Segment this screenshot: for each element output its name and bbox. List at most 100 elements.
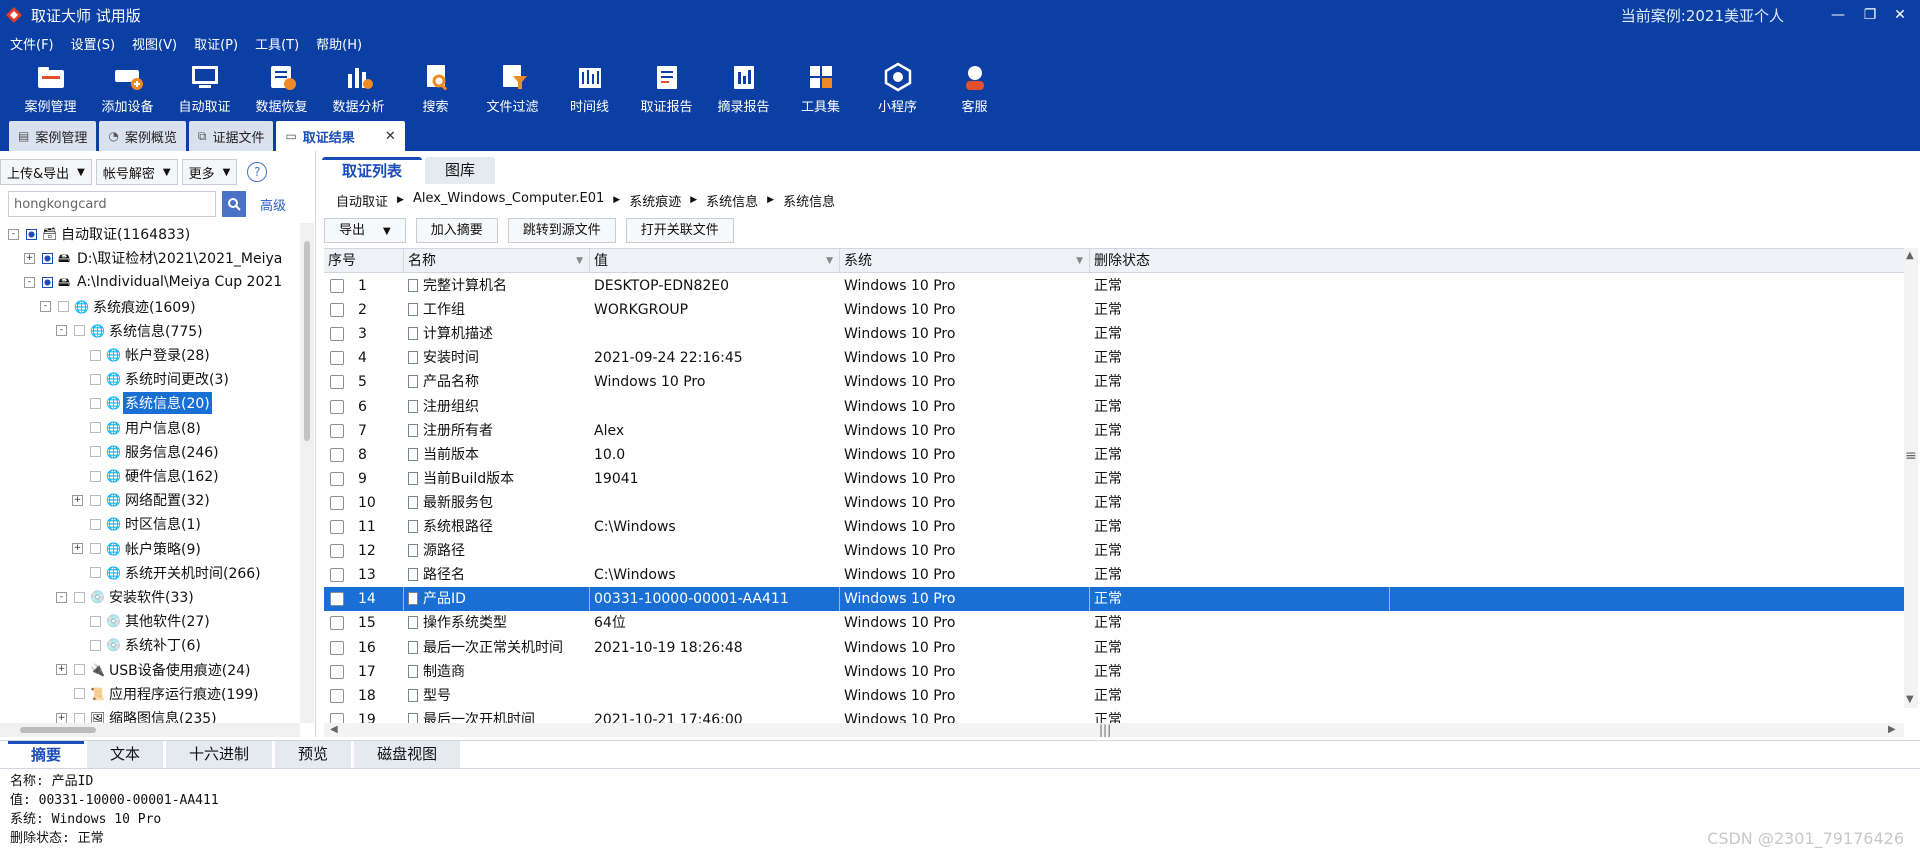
- maximize-button[interactable]: ❐: [1858, 4, 1882, 26]
- filter-icon[interactable]: ▼: [826, 249, 833, 273]
- search-button[interactable]: [222, 191, 246, 217]
- tree-node[interactable]: 💿 系统补丁(6): [72, 634, 203, 656]
- scroll-left-icon[interactable]: ◀: [330, 724, 338, 735]
- more-dropdown[interactable]: 更多 ▼: [181, 159, 238, 185]
- table-row[interactable]: 2 工作组 WORKGROUP Windows 10 Pro 正常: [324, 298, 1904, 322]
- tree-node[interactable]: 🌐 时区信息(1): [72, 513, 203, 535]
- data-recovery-button[interactable]: 数据恢复: [243, 57, 320, 118]
- tab-forensic-results[interactable]: ▭ 取证结果 ✕: [276, 121, 405, 151]
- upload-export-dropdown[interactable]: 上传&导出 ▼: [0, 159, 92, 185]
- tree-vertical-scrollbar[interactable]: [300, 223, 314, 723]
- tree-checkbox[interactable]: [42, 276, 53, 288]
- row-checkbox[interactable]: [330, 640, 344, 655]
- table-row[interactable]: 14 产品ID 00331-10000-00001-AA411 Windows 10 …: [324, 587, 1904, 612]
- row-checkbox[interactable]: [330, 592, 344, 607]
- tree-node[interactable]: 🌐 服务信息(246): [72, 441, 221, 463]
- data-analysis-button[interactable]: 数据分析: [320, 57, 397, 118]
- row-checkbox[interactable]: [330, 520, 344, 534]
- timeline-button[interactable]: 时间线: [551, 57, 628, 118]
- row-checkbox[interactable]: [330, 399, 344, 414]
- table-row[interactable]: 17 制造商 Windows 10 Pro 正常: [324, 660, 1904, 684]
- breadcrumb-item[interactable]: 系统信息: [783, 191, 835, 210]
- tree-checkbox[interactable]: [90, 615, 101, 627]
- row-checkbox[interactable]: [330, 688, 344, 703]
- tab-summary[interactable]: 摘要: [8, 741, 85, 768]
- tree-checkbox[interactable]: [42, 252, 53, 264]
- menu-file[interactable]: 文件(F): [10, 34, 54, 53]
- advanced-search-link[interactable]: 高级: [260, 195, 286, 214]
- row-checkbox[interactable]: [330, 616, 344, 631]
- table-row[interactable]: 16 最后一次正常关机时间 2021-10-19 18:26:48 Windows 1…: [324, 636, 1904, 660]
- breadcrumb-item[interactable]: 系统痕迹: [629, 191, 681, 210]
- tree-node[interactable]: + 🌐 帐户策略(9): [72, 538, 203, 560]
- tree-node[interactable]: + 🖴 D:\取证检材\2021\2021_Meiya: [24, 247, 284, 269]
- scroll-down-icon[interactable]: ▼: [1906, 694, 1914, 705]
- row-checkbox[interactable]: [330, 423, 344, 438]
- menu-help[interactable]: 帮助(H): [316, 34, 362, 53]
- row-checkbox[interactable]: [330, 375, 344, 390]
- search-button[interactable]: 搜索: [397, 57, 474, 118]
- auto-forensics-button[interactable]: 自动取证: [166, 57, 243, 118]
- table-row[interactable]: 18 型号 Windows 10 Pro 正常: [324, 684, 1904, 708]
- row-checkbox[interactable]: [330, 351, 344, 366]
- export-dropdown[interactable]: 导出 ▼: [324, 218, 406, 243]
- expand-icon[interactable]: +: [56, 664, 67, 676]
- tree-node[interactable]: - 🌐 系统信息(775): [56, 320, 205, 342]
- tree-checkbox[interactable]: [90, 446, 101, 458]
- row-checkbox[interactable]: [330, 279, 344, 293]
- menu-tools[interactable]: 工具(T): [255, 34, 299, 53]
- customer-service-button[interactable]: 客服: [936, 57, 1013, 118]
- file-filter-button[interactable]: 文件过滤: [474, 57, 551, 118]
- close-tab-icon[interactable]: ✕: [385, 129, 396, 144]
- collapse-icon[interactable]: -: [8, 228, 19, 240]
- row-checkbox[interactable]: [330, 544, 344, 559]
- table-row[interactable]: 15 操作系统类型 64位 Windows 10 Pro 正常: [324, 611, 1904, 635]
- table-row[interactable]: 10 最新服务包 Windows 10 Pro 正常: [324, 491, 1904, 515]
- collapse-icon[interactable]: -: [56, 591, 67, 603]
- row-checkbox[interactable]: [330, 327, 344, 342]
- account-decrypt-dropdown[interactable]: 帐号解密 ▼: [95, 159, 178, 185]
- table-row[interactable]: 7 注册所有者 Alex Windows 10 Pro 正常: [324, 419, 1904, 443]
- forensic-report-button[interactable]: 取证报告: [628, 57, 705, 118]
- minimize-button[interactable]: —: [1826, 4, 1850, 26]
- mini-program-button[interactable]: 小程序: [859, 57, 936, 118]
- filter-icon[interactable]: ▼: [1076, 249, 1083, 273]
- table-row[interactable]: 9 当前Build版本 19041 Windows 10 Pro 正常: [324, 467, 1904, 491]
- case-management-button[interactable]: 案例管理: [12, 57, 89, 118]
- tree-node[interactable]: + 🔌 USB设备使用痕迹(24): [56, 659, 252, 681]
- tab-text[interactable]: 文本: [87, 741, 164, 768]
- toolset-button[interactable]: 工具集: [782, 57, 859, 118]
- goto-source-button[interactable]: 跳转到源文件: [507, 218, 616, 243]
- tree-checkbox[interactable]: [90, 518, 101, 530]
- tree-node[interactable]: 📜 应用程序运行痕迹(199): [56, 683, 261, 705]
- tree-checkbox[interactable]: [74, 591, 85, 603]
- tab-hex[interactable]: 十六进制: [166, 741, 273, 768]
- breadcrumb-item[interactable]: Alex_Windows_Computer.E01: [413, 191, 604, 210]
- row-checkbox[interactable]: [330, 303, 344, 318]
- scroll-grip-icon[interactable]: |||: [1099, 723, 1111, 737]
- tab-gallery[interactable]: 图库: [425, 157, 496, 184]
- table-row[interactable]: 8 当前版本 10.0 Windows 10 Pro 正常: [324, 443, 1904, 467]
- help-button[interactable]: ?: [247, 162, 268, 182]
- expand-icon[interactable]: +: [24, 252, 35, 264]
- tree-checkbox[interactable]: [90, 397, 101, 409]
- collapse-icon[interactable]: -: [40, 301, 51, 313]
- scrollbar-thumb[interactable]: [304, 241, 310, 441]
- table-row[interactable]: 4 安装时间 2021-09-24 22:16:45 Windows 10 Pro 正常: [324, 346, 1904, 370]
- tree-node[interactable]: - 🗃 自动取证(1164833): [8, 223, 192, 245]
- tree-checkbox[interactable]: [74, 664, 85, 676]
- tree-checkbox[interactable]: [90, 494, 101, 506]
- menu-view[interactable]: 视图(V): [132, 34, 177, 53]
- add-device-button[interactable]: 添加设备: [89, 57, 166, 118]
- collapse-icon[interactable]: -: [24, 276, 35, 288]
- search-input[interactable]: [8, 191, 216, 217]
- breadcrumb-item[interactable]: 系统信息: [706, 191, 758, 210]
- tree-checkbox[interactable]: [90, 639, 101, 651]
- tree-checkbox[interactable]: [90, 543, 101, 555]
- table-vertical-scrollbar[interactable]: ▲ ≡ ▼: [1904, 248, 1918, 708]
- open-related-file-button[interactable]: 打开关联文件: [625, 218, 734, 243]
- row-checkbox[interactable]: [330, 471, 344, 486]
- collapse-icon[interactable]: -: [56, 325, 67, 337]
- tree-node[interactable]: 🌐 用户信息(8): [72, 417, 203, 439]
- table-row[interactable]: 19 最后一次开机时间 2021-10-21 17:46:00 Windows 10 …: [324, 708, 1904, 723]
